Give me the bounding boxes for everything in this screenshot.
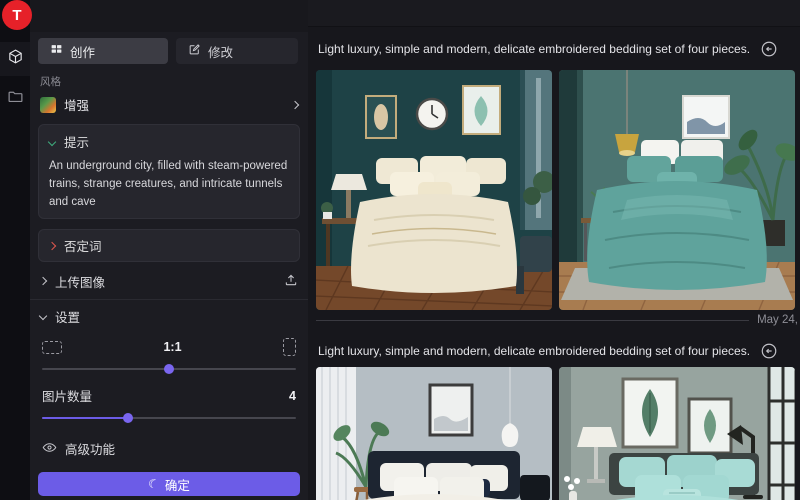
edit-pencil-icon	[188, 43, 201, 59]
reuse-prompt-icon[interactable]	[760, 342, 778, 360]
gallery-area: Light luxury, simple and modern, delicat…	[308, 0, 800, 500]
chevron-down-icon	[48, 137, 56, 145]
generation-row	[316, 70, 795, 310]
generated-image-3[interactable]	[316, 367, 552, 500]
tab-modify-label: 修改	[208, 42, 233, 61]
advanced-features-label: 高级功能	[65, 439, 115, 458]
slider-fill	[42, 417, 128, 419]
moon-icon: ☾	[146, 477, 160, 492]
negative-prompt-card[interactable]: 否定词	[38, 229, 300, 262]
cube-icon	[7, 48, 24, 70]
landscape-ratio-icon[interactable]	[42, 341, 62, 354]
left-rail: T	[0, 0, 30, 500]
date-label: May 24,	[757, 314, 798, 326]
aspect-ratio-value: 1:1	[62, 340, 283, 354]
generation-row	[316, 367, 795, 500]
chevron-down-icon	[39, 312, 47, 320]
upload-icon	[284, 273, 298, 290]
divider	[30, 299, 308, 300]
negative-prompt-label: 否定词	[64, 236, 102, 255]
advanced-features-row[interactable]: 高级功能	[42, 439, 296, 458]
confirm-button[interactable]: ☾ 确定	[38, 472, 300, 496]
image-count-slider[interactable]	[42, 413, 296, 423]
app-logo-letter: T	[12, 7, 21, 24]
eye-icon	[42, 440, 57, 458]
confirm-button-label: 确定	[165, 475, 190, 494]
generation-prompt-text: Light luxury, simple and modern, delicat…	[318, 344, 750, 358]
upload-image-row[interactable]: 上传图像	[40, 267, 298, 295]
panel-top-strip	[30, 0, 308, 32]
image-count-row: 图片数量 4	[42, 386, 296, 405]
style-thumbnail	[40, 97, 56, 113]
image-count-label: 图片数量	[42, 386, 92, 405]
chevron-right-icon	[291, 100, 299, 108]
negative-prompt-header[interactable]: 否定词	[49, 236, 289, 255]
tab-create-label: 创作	[70, 42, 95, 61]
generated-image-2[interactable]	[559, 70, 795, 310]
style-section: 风格 增强	[40, 74, 298, 114]
generation-prompt-text: Light luxury, simple and modern, delicat…	[318, 42, 750, 56]
generated-image-4[interactable]	[559, 367, 795, 500]
chevron-right-icon	[48, 242, 56, 250]
style-section-label: 风格	[40, 74, 298, 89]
image-count-value: 4	[289, 389, 296, 403]
grid-icon	[50, 43, 63, 59]
rail-item-models[interactable]	[0, 42, 30, 76]
slider-thumb[interactable]	[123, 413, 133, 423]
prompt-card[interactable]: 提示 An underground city, filled with stea…	[38, 124, 300, 219]
mode-tabs: 创作 修改	[38, 38, 300, 64]
upload-image-label: 上传图像	[55, 272, 105, 291]
chevron-right-icon	[39, 277, 47, 285]
generated-image-1[interactable]	[316, 70, 552, 310]
settings-header[interactable]: 设置	[40, 302, 298, 330]
reuse-prompt-icon[interactable]	[760, 40, 778, 58]
app-window: T	[0, 0, 800, 500]
aspect-ratio-slider[interactable]	[42, 364, 296, 374]
date-divider: May 24,	[316, 314, 798, 326]
tab-create[interactable]: 创作	[38, 38, 168, 64]
slider-thumb[interactable]	[164, 364, 174, 374]
settings-label: 设置	[55, 307, 80, 326]
aspect-ratio-row: 1:1	[42, 338, 296, 356]
rail-item-files[interactable]	[0, 82, 30, 116]
tab-modify[interactable]: 修改	[176, 38, 298, 64]
generation-group-header: Light luxury, simple and modern, delicat…	[318, 340, 800, 362]
style-value: 增强	[64, 95, 292, 114]
divider-line	[316, 320, 749, 321]
portrait-ratio-icon[interactable]	[283, 338, 296, 356]
prompt-input[interactable]: An underground city, filled with steam-p…	[49, 158, 289, 211]
generation-group-header: Light luxury, simple and modern, delicat…	[318, 38, 800, 60]
style-selector[interactable]: 增强	[40, 95, 298, 114]
prompt-header[interactable]: 提示	[49, 132, 289, 151]
folder-icon	[7, 88, 24, 110]
app-logo[interactable]: T	[2, 0, 32, 30]
gallery-top-strip	[308, 0, 800, 27]
prompt-label: 提示	[64, 132, 89, 151]
generation-panel: 创作 修改 风格 增强 提	[30, 0, 308, 500]
